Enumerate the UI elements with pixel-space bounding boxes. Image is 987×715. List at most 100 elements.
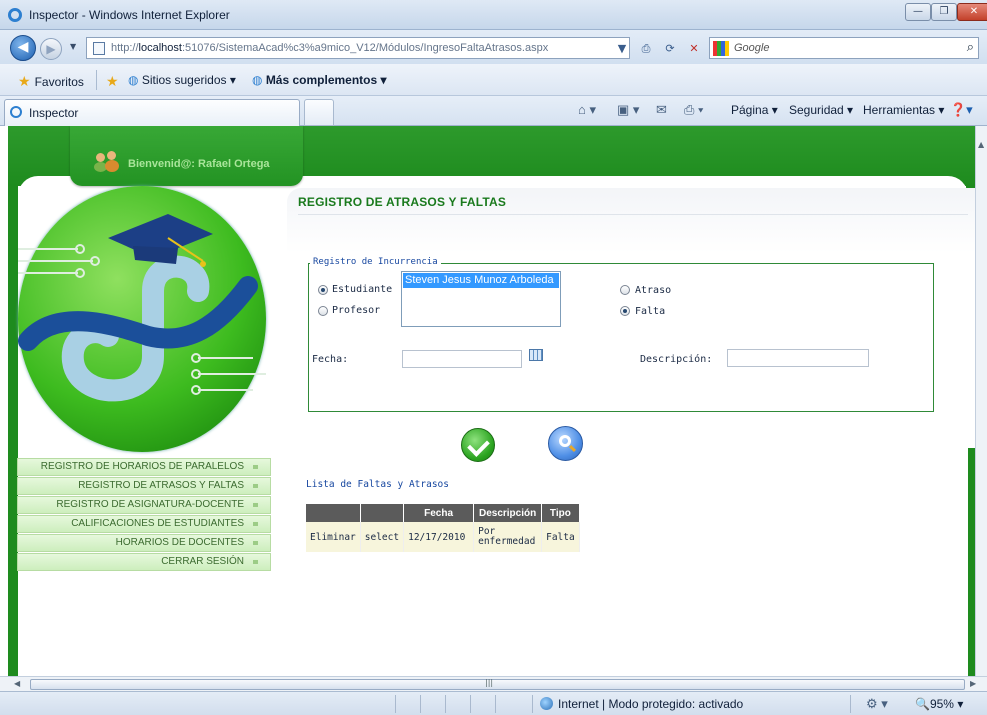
tab-label: Inspector	[29, 106, 79, 120]
status-divider	[532, 695, 533, 713]
maximize-button[interactable]: ❐	[931, 3, 957, 21]
print-icon[interactable]: ⎙ ▾	[684, 102, 703, 118]
table-row: Eliminar select 12/17/2010 Por enfermedad…	[306, 522, 580, 552]
menu-item-horarios-docentes[interactable]: HORARIOS DE DOCENTES	[17, 534, 271, 552]
table-header-row: Fecha Descripción Tipo	[306, 504, 580, 522]
tools-menu[interactable]: Herramientas ▾	[863, 103, 944, 117]
radio-profesor[interactable]	[318, 306, 328, 316]
table-header-cell: Descripción	[473, 504, 543, 522]
favorites-separator	[96, 70, 97, 90]
zone-status[interactable]: Internet | Modo protegido: activado	[558, 697, 743, 711]
descripcion-cell: Por enfermedad	[473, 522, 543, 552]
browser-window: Inspector - Windows Internet Explorer — …	[0, 0, 987, 715]
scroll-left-icon[interactable]: ◀	[14, 679, 20, 688]
menu-bullet-icon	[253, 541, 258, 545]
menu-item-horarios-paralelos[interactable]: REGISTRO DE HORARIOS DE PARALELOS	[17, 458, 271, 476]
list-title: Lista de Faltas y Atrasos	[306, 479, 449, 490]
menu-item-cerrar-sesion[interactable]: CERRAR SESIÓN	[17, 553, 271, 571]
magnifier-handle	[568, 444, 577, 453]
menu-bullet-icon	[253, 522, 258, 526]
radio-atraso[interactable]	[620, 285, 630, 295]
navigation-bar: ◀ ▶ ▼ http://localhost:51076/SistemaAcad…	[0, 30, 987, 64]
new-tab-button[interactable]	[304, 99, 334, 126]
zoom-level[interactable]: 🔍95% ▾	[915, 697, 963, 711]
table-header-cell: Tipo	[541, 504, 580, 522]
page-icon	[93, 42, 105, 55]
save-button[interactable]	[461, 428, 495, 462]
incidents-table: Fecha Descripción Tipo Eliminar select 1…	[306, 504, 580, 552]
table-header-cell	[306, 504, 361, 522]
search-icon[interactable]: ⌕	[967, 40, 974, 55]
help-icon[interactable]: ❓▾	[950, 102, 973, 118]
menu-item-atrasos-faltas[interactable]: REGISTRO DE ATRASOS Y FALTAS	[17, 477, 271, 495]
tab-row: Inspector ⌂ ▾ ▣ ▾ ✉ ⎙ ▾ Página ▾ Segurid…	[0, 96, 987, 126]
back-button[interactable]: ◀	[10, 35, 36, 61]
suggested-sites-button[interactable]: ◍ Sitios sugeridos ▾	[128, 73, 236, 87]
horizontal-scrollbar[interactable]: ◀ ||| ▶	[0, 676, 987, 691]
select-link[interactable]: select	[360, 522, 405, 552]
status-divider	[420, 695, 421, 713]
radio-estudiante-label: Estudiante	[332, 284, 393, 295]
home-icon[interactable]: ⌂ ▾	[578, 102, 596, 118]
calendar-icon[interactable]	[529, 349, 543, 361]
address-url[interactable]: http://localhost:51076/SistemaAcad%c3%a9…	[111, 42, 548, 54]
radio-falta-label: Falta	[635, 306, 666, 317]
descripcion-input[interactable]	[727, 349, 869, 367]
radio-atraso-label: Atraso	[635, 285, 672, 296]
left-frame	[8, 186, 18, 676]
search-box[interactable]: Google ⌕	[709, 37, 979, 59]
tab-inspector[interactable]: Inspector	[4, 99, 300, 126]
delete-link[interactable]: Eliminar	[306, 522, 361, 552]
close-button[interactable]: ✕	[957, 3, 987, 21]
listbox-selected-item[interactable]: Steven Jesus Munoz Arboleda	[403, 273, 559, 288]
window-title: Inspector - Windows Internet Explorer	[29, 8, 230, 22]
feeds-icon[interactable]: ▣ ▾	[617, 102, 639, 118]
fieldset-legend: Registro de Incurrencia	[310, 257, 441, 267]
add-favorites-icon[interactable]: ★	[106, 73, 123, 90]
scroll-thumb[interactable]: |||	[30, 678, 965, 690]
scroll-right-icon[interactable]: ▶	[970, 679, 976, 688]
internet-zone-icon	[540, 697, 553, 710]
users-icon	[94, 151, 122, 173]
tab-ie-icon	[10, 106, 22, 118]
page-menu[interactable]: Página ▾	[731, 103, 778, 117]
search-input[interactable]: Google	[734, 42, 769, 54]
radio-estudiante[interactable]	[318, 285, 328, 295]
vertical-scrollbar[interactable]: ▲	[975, 126, 987, 676]
menu-bullet-icon	[253, 560, 258, 564]
table-header-cell: Fecha	[403, 504, 475, 522]
address-bar[interactable]: http://localhost:51076/SistemaAcad%c3%a9…	[86, 37, 630, 59]
title-bar: Inspector - Windows Internet Explorer — …	[0, 0, 987, 30]
mail-icon[interactable]: ✉	[656, 102, 667, 118]
fecha-label: Fecha:	[312, 354, 349, 365]
fecha-input[interactable]	[402, 350, 522, 368]
tipo-cell: Falta	[541, 522, 580, 552]
menu-item-asignatura-docente[interactable]: REGISTRO DE ASIGNATURA-DOCENTE	[17, 496, 271, 514]
history-dropdown-icon[interactable]: ▼	[70, 42, 76, 51]
favorites-bar: ★ Favoritos ★ ◍ Sitios sugeridos ▾ ◍ Más …	[0, 64, 987, 96]
side-menu: REGISTRO DE HORARIOS DE PARALELOS REGIST…	[17, 458, 271, 572]
search-button[interactable]	[548, 426, 583, 461]
status-divider	[445, 695, 446, 713]
radio-falta[interactable]	[620, 306, 630, 316]
stop-icon[interactable]: ✕	[684, 39, 704, 59]
address-dropdown-icon[interactable]: ▼	[612, 39, 632, 59]
fecha-cell: 12/17/2010	[403, 522, 475, 552]
ie-logo-icon	[8, 8, 22, 22]
address-actions: ▼ ⎙ ⟳ ✕	[612, 39, 708, 59]
menu-item-calificaciones[interactable]: CALIFICACIONES DE ESTUDIANTES	[17, 515, 271, 533]
minimize-button[interactable]: —	[905, 3, 931, 21]
status-divider	[850, 695, 851, 713]
refresh-icon[interactable]: ⟳	[660, 39, 680, 59]
menu-bullet-icon	[253, 465, 258, 469]
security-menu[interactable]: Seguridad ▾	[789, 103, 853, 117]
more-addons-button[interactable]: ◍ Más complementos ▾	[252, 73, 387, 87]
compatibility-view-icon[interactable]: ⎙	[636, 39, 656, 59]
status-bar: Internet | Modo protegido: activado ⚙ ▾ …	[0, 691, 987, 715]
person-listbox[interactable]: Steven Jesus Munoz Arboleda	[401, 271, 561, 327]
add-ons-status-icon[interactable]: ⚙ ▾	[866, 696, 888, 712]
google-logo-icon	[713, 41, 729, 56]
forward-button[interactable]: ▶	[40, 38, 62, 60]
favorites-button[interactable]: ★ Favoritos	[18, 73, 84, 90]
menu-bullet-icon	[253, 484, 258, 488]
